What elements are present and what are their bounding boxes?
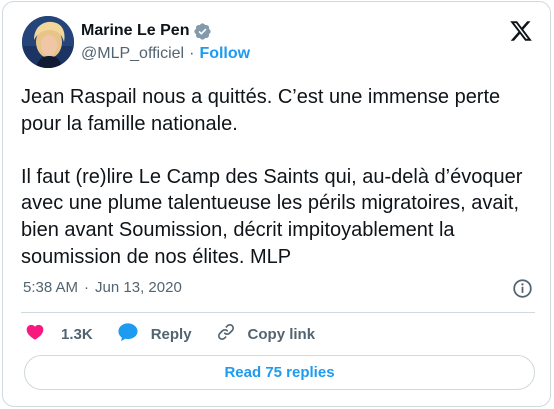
x-logo-icon[interactable] [508, 19, 534, 43]
like-count: 1.3K [61, 325, 93, 343]
follow-button[interactable]: Follow [199, 45, 250, 63]
author-handle[interactable]: @MLP_officiel [81, 45, 184, 63]
avatar[interactable] [22, 16, 74, 68]
heart-icon [25, 322, 45, 347]
copy-link-label: Copy link [247, 325, 316, 343]
reply-bubble-icon [117, 322, 139, 347]
reply-label: Reply [150, 325, 192, 343]
copy-link-button[interactable]: Copy link [216, 322, 316, 347]
read-replies-button[interactable]: Read 75 replies [24, 355, 535, 390]
tweet-timestamp[interactable]: 5:38 AM · Jun 13, 2020 [23, 279, 182, 296]
reply-button[interactable]: Reply [117, 322, 192, 347]
read-replies-label: Read 75 replies [224, 364, 335, 381]
info-icon[interactable] [512, 278, 533, 299]
tweet-time[interactable]: 5:38 AM [23, 279, 78, 296]
author-handle-row: @MLP_officiel · Follow [81, 45, 250, 63]
like-button[interactable]: 1.3K [25, 322, 93, 347]
tweet-card: Marine Le Pen @MLP_officiel · Follow Jea… [2, 1, 551, 407]
author-name[interactable]: Marine Le Pen [81, 22, 189, 40]
divider [21, 312, 535, 313]
verified-badge-icon [193, 22, 212, 41]
author-name-row: Marine Le Pen [81, 20, 212, 42]
action-bar: 1.3K Reply Copy link [25, 322, 339, 346]
timestamp-separator: · [84, 279, 90, 296]
tweet-paragraph-2: Il faut (re)lire Le Camp des Saints qui,… [21, 165, 528, 268]
tweet-paragraph-1: Jean Raspail nous a quittés. C’est une i… [21, 86, 506, 135]
link-icon [216, 322, 236, 347]
handle-separator: · [189, 45, 195, 62]
tweet-text: Jean Raspail nous a quittés. C’est une i… [21, 84, 531, 270]
tweet-date[interactable]: Jun 13, 2020 [95, 279, 182, 296]
